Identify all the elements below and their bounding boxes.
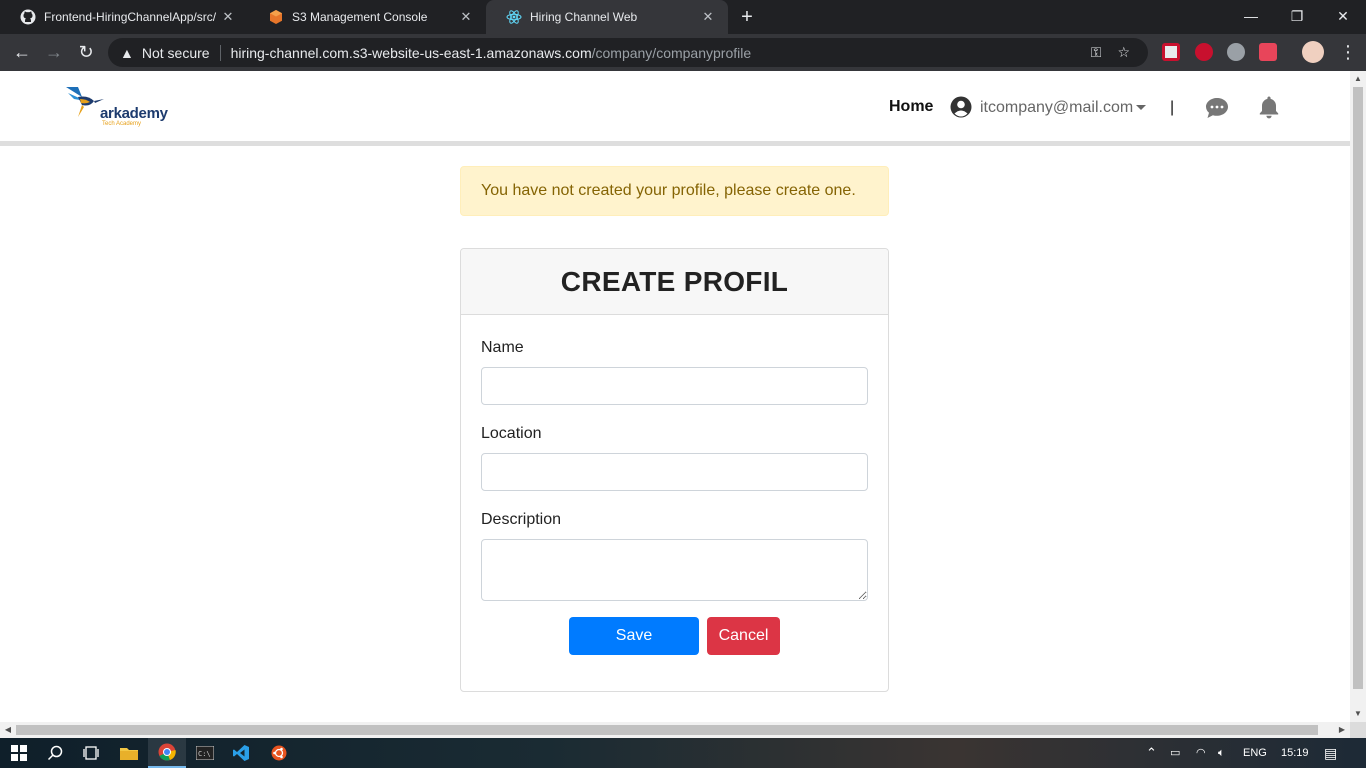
card-header: CREATE PROFIL xyxy=(461,249,888,315)
horizontal-scroll-thumb[interactable] xyxy=(16,725,1318,735)
site-navbar: arkademy Tech Academy Home itcompany@mai… xyxy=(0,71,1350,146)
user-email-dropdown[interactable]: itcompany@mail.com xyxy=(980,99,1133,117)
close-icon[interactable]: ✕ xyxy=(220,9,236,25)
battery-icon[interactable]: ▭ xyxy=(1170,738,1180,768)
security-label: Not secure xyxy=(141,44,210,61)
url-path: /company/companyprofile xyxy=(591,44,752,61)
location-label: Location xyxy=(481,425,542,442)
scroll-left-icon[interactable]: ◀ xyxy=(0,722,16,738)
chevron-up-icon[interactable]: ⌃ xyxy=(1146,738,1157,768)
window-close-button[interactable]: ✕ xyxy=(1320,0,1366,34)
omnibox-divider xyxy=(219,44,221,61)
vertical-scrollbar[interactable]: ▲ ▼ xyxy=(1350,71,1366,722)
arkademy-logo[interactable]: arkademy Tech Academy xyxy=(64,83,174,133)
profile-avatar[interactable] xyxy=(1302,41,1324,63)
card-title: CREATE PROFIL xyxy=(560,265,789,297)
browser-tab-hiring-channel[interactable]: Hiring Channel Web ✕ xyxy=(486,0,728,34)
save-button[interactable]: Save xyxy=(569,617,699,655)
extension-icon[interactable] xyxy=(1259,43,1277,61)
close-icon[interactable]: ✕ xyxy=(700,9,716,25)
notification-center-icon[interactable]: ▤ xyxy=(1324,738,1337,768)
profile-missing-alert: You have not created your profile, pleas… xyxy=(460,166,889,216)
language-indicator[interactable]: ENG xyxy=(1243,738,1267,768)
star-icon[interactable]: ☆ xyxy=(1117,44,1130,61)
forward-button[interactable]: → xyxy=(42,40,66,64)
cancel-button[interactable]: Cancel xyxy=(707,617,780,655)
key-icon[interactable]: ⚿ xyxy=(1091,44,1102,61)
chrome-icon[interactable] xyxy=(148,738,186,768)
logo-brand: arkademy xyxy=(100,105,168,122)
aws-icon xyxy=(270,10,282,24)
close-icon[interactable]: ✕ xyxy=(458,9,474,25)
address-bar[interactable]: ▲ Not secure hiring-channel.com.s3-websi… xyxy=(108,38,1148,67)
browser-tab-s3[interactable]: S3 Management Console ✕ xyxy=(248,0,486,34)
caret-down-icon[interactable] xyxy=(1136,105,1146,110)
github-icon xyxy=(20,9,36,25)
horizontal-scrollbar[interactable]: ◀ ▶ xyxy=(0,722,1350,738)
extension-icon[interactable] xyxy=(1195,43,1213,61)
volume-icon[interactable]: 🔈︎ xyxy=(1218,738,1225,768)
warning-icon: ▲ xyxy=(120,44,134,61)
wifi-icon[interactable]: ◠ xyxy=(1196,738,1206,768)
restore-button[interactable]: ❐ xyxy=(1274,0,1320,34)
clock[interactable]: 15:19 xyxy=(1281,738,1309,768)
nav-separator: | xyxy=(1170,99,1175,116)
alert-message: You have not created your profile, pleas… xyxy=(481,182,856,199)
browser-tab-strip: Frontend-HiringChannelApp/src/ ✕ S3 Mana… xyxy=(0,0,1366,34)
tab-title: Hiring Channel Web xyxy=(530,10,638,24)
extension-icon[interactable] xyxy=(1162,43,1180,61)
scrollbar-corner xyxy=(1350,722,1366,738)
browser-tab-github[interactable]: Frontend-HiringChannelApp/src/ ✕ xyxy=(0,0,248,34)
minimize-button[interactable]: — xyxy=(1228,0,1274,34)
nav-home-link[interactable]: Home xyxy=(889,98,933,116)
name-label: Name xyxy=(481,339,524,356)
scroll-right-icon[interactable]: ▶ xyxy=(1334,722,1350,738)
back-button[interactable]: ← xyxy=(10,40,34,64)
tab-title: S3 Management Console xyxy=(292,10,428,24)
windows-start-icon[interactable] xyxy=(0,738,38,768)
terminal-icon[interactable]: C:\ xyxy=(186,738,224,768)
chat-icon[interactable] xyxy=(1205,97,1229,119)
url-host: hiring-channel.com.s3-website-us-east-1.… xyxy=(230,44,592,61)
logo-tagline: Tech Academy xyxy=(102,121,142,127)
tab-title: Frontend-HiringChannelApp/src/ xyxy=(44,10,217,24)
description-textarea[interactable] xyxy=(481,539,868,601)
windows-taskbar: C:\ ⌃ ▭ ◠ 🔈︎ ENG 15:19 ▤ xyxy=(0,738,1366,768)
vertical-scroll-thumb[interactable] xyxy=(1353,87,1363,689)
svg-text:C:\: C:\ xyxy=(198,750,211,758)
name-input[interactable] xyxy=(481,367,868,405)
extension-icon[interactable] xyxy=(1227,43,1245,61)
file-explorer-icon[interactable] xyxy=(110,738,148,768)
create-profile-card: CREATE PROFIL Name Location Description … xyxy=(460,248,889,692)
browser-toolbar: ← → ↻ ▲ Not secure hiring-channel.com.s3… xyxy=(0,34,1366,71)
bell-icon[interactable] xyxy=(1258,95,1280,119)
description-label: Description xyxy=(481,511,562,528)
reload-button[interactable]: ↻ xyxy=(74,40,98,64)
new-tab-button[interactable]: + xyxy=(736,6,758,28)
task-view-icon[interactable] xyxy=(72,738,110,768)
user-circle-icon[interactable] xyxy=(950,96,972,118)
location-input[interactable] xyxy=(481,453,868,491)
hummingbird-icon xyxy=(66,87,104,117)
page-viewport: arkademy Tech Academy Home itcompany@mai… xyxy=(0,71,1350,722)
menu-icon[interactable]: ⋮ xyxy=(1336,40,1360,64)
ubuntu-icon[interactable] xyxy=(260,738,298,768)
react-icon xyxy=(506,10,522,24)
search-icon[interactable] xyxy=(36,738,74,768)
scroll-down-icon[interactable]: ▼ xyxy=(1350,706,1366,722)
scroll-up-icon[interactable]: ▲ xyxy=(1350,71,1366,87)
vscode-icon[interactable] xyxy=(222,738,260,768)
